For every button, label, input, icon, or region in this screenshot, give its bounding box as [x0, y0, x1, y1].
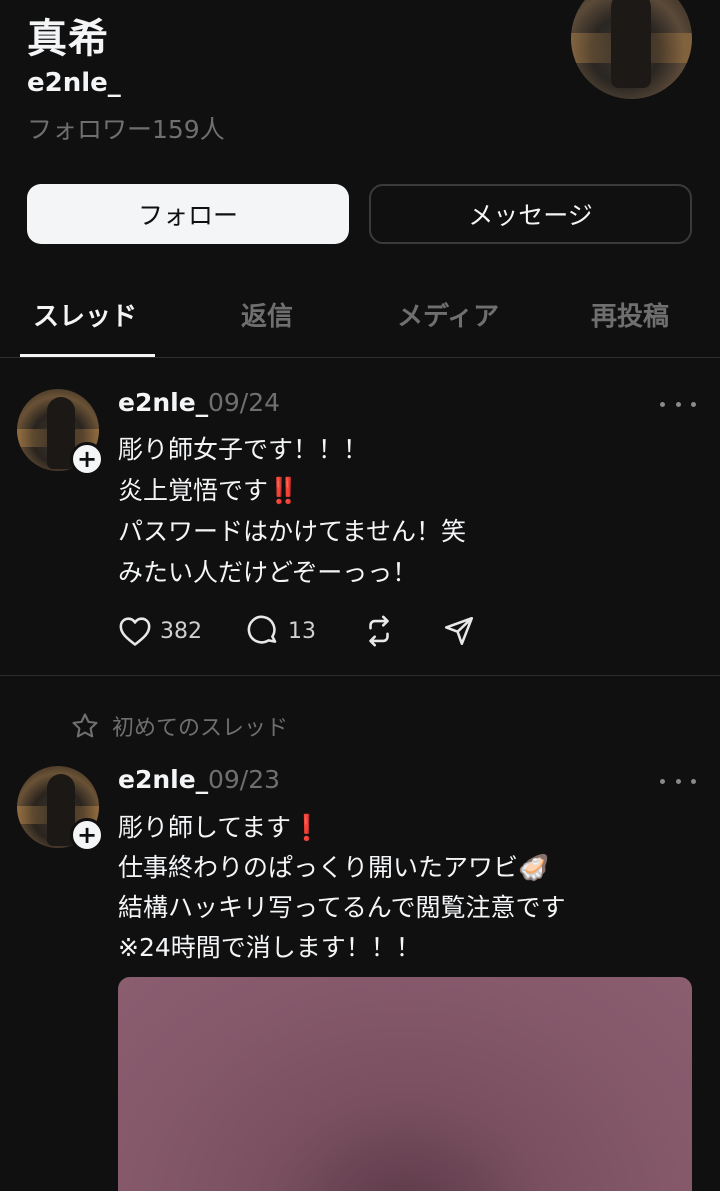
tab-reposts[interactable]: 再投稿: [591, 296, 669, 333]
post-text-line: 彫り師してます❗: [118, 808, 322, 844]
like-count: 382: [160, 618, 202, 644]
post-text-line: 結構ハッキリ写ってるんで閲覧注意です: [118, 893, 566, 922]
pinned-indicator: 初めてのスレッド: [70, 710, 288, 742]
reply-icon: [247, 615, 277, 644]
post-text-line: 炎上覚悟です‼️: [118, 471, 299, 507]
profile-avatar[interactable]: [571, 0, 692, 99]
repost-button[interactable]: [362, 613, 396, 649]
oyster-emoji: 🦪: [518, 853, 550, 882]
post-date: 09/24: [208, 388, 281, 417]
tab-media[interactable]: メディア: [397, 296, 499, 333]
profile-handle: e2nle_: [27, 68, 121, 98]
post-text-segment: 彫り師してます: [118, 813, 292, 842]
post-date: 09/23: [208, 765, 281, 794]
post-text-line: みたい人だけどぞーっっ！: [118, 558, 418, 587]
heart-icon: [119, 617, 151, 646]
active-tab-indicator: [20, 354, 155, 357]
tab-threads[interactable]: スレッド: [33, 296, 137, 333]
post-divider: [0, 675, 720, 676]
post-username[interactable]: e2nle_: [118, 765, 208, 794]
follow-plus-icon[interactable]: +: [70, 818, 104, 852]
share-button[interactable]: [442, 613, 476, 649]
post-media-image[interactable]: [118, 977, 692, 1191]
message-button[interactable]: メッセージ: [369, 184, 692, 244]
repost-icon: [369, 615, 389, 647]
profile-tabs: スレッド 返信 メディア 再投稿: [0, 290, 720, 358]
follower-count[interactable]: フォロワー159人: [27, 110, 225, 146]
follow-plus-icon[interactable]: +: [70, 442, 104, 476]
post-username[interactable]: e2nle_: [118, 388, 208, 417]
like-button[interactable]: 382: [118, 613, 202, 649]
post-text-line: パスワードはかけてません！笑: [118, 517, 467, 546]
post-text-segment: 炎上覚悟です: [118, 476, 269, 505]
post-text-line: 仕事終わりのぱっくり開いたアワビ🦪: [118, 848, 549, 884]
follow-button[interactable]: フォロー: [27, 184, 349, 244]
star-icon: [72, 713, 98, 738]
tab-replies[interactable]: 返信: [241, 296, 293, 333]
profile-name: 真希: [27, 16, 109, 62]
double-exclamation-icon: ‼️: [268, 476, 300, 505]
pinned-label: 初めてのスレッド: [112, 716, 289, 741]
reply-count: 13: [288, 618, 316, 644]
post-actions: 382 13: [118, 613, 518, 649]
post-text-segment: 仕事終わりのぱっくり開いたアワビ: [118, 853, 519, 882]
post-text-line: 彫り師女子です！！！: [118, 435, 369, 464]
exclamation-icon: ❗: [291, 813, 323, 842]
reply-button[interactable]: 13: [246, 613, 316, 649]
more-icon[interactable]: [660, 771, 696, 791]
share-icon: [444, 616, 474, 646]
post-text-line: ※24時間で消します！！！: [118, 933, 421, 962]
more-icon[interactable]: [660, 394, 696, 414]
